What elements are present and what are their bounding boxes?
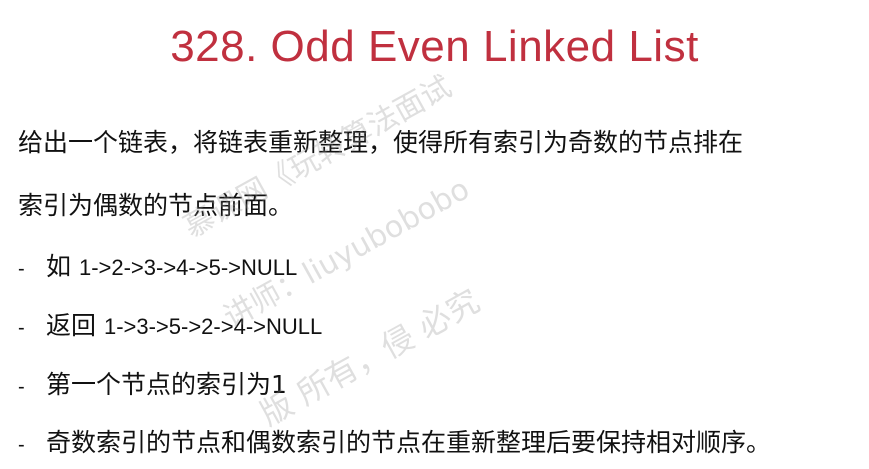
bullet-marker: - <box>18 434 25 456</box>
bullet-example-input: -如 1->2->3->4->5->NULL <box>18 252 858 284</box>
watermark-line-3: 版 所有，侵 必究 <box>253 281 486 434</box>
bullet-marker: - <box>18 376 25 398</box>
slide: 328. Odd Even Linked List 给出一个链表，将链表重新整理… <box>0 0 869 469</box>
bullet-marker: - <box>18 317 25 339</box>
bullet-code: 1->3->5->2->4->NULL <box>103 314 323 339</box>
slide-title: 328. Odd Even Linked List <box>170 22 699 71</box>
bullet-example-output: - 返回 1->3->5->2->4->NULL <box>18 311 858 343</box>
bullet-text: 第一个节点的索引为1 <box>46 370 287 399</box>
bullet-text: 奇数索引的节点和偶数索引的节点在重新整理后要保持相对顺序。 <box>46 428 772 457</box>
bullet-first-index: - 第一个节点的索引为1 <box>18 370 858 402</box>
bullet-marker: - <box>18 258 25 280</box>
bullet-prefix: 返回 <box>46 311 104 340</box>
description-line-2: 索引为偶数的节点前面。 <box>18 191 294 220</box>
bullet-code: 1->2->3->4->5->NULL <box>78 255 298 280</box>
bullet-relative-order: - 奇数索引的节点和偶数索引的节点在重新整理后要保持相对顺序。 <box>18 428 858 460</box>
description-line-1: 给出一个链表，将链表重新整理，使得所有索引为奇数的节点排在 <box>18 128 744 157</box>
bullet-prefix: 如 <box>46 252 79 281</box>
